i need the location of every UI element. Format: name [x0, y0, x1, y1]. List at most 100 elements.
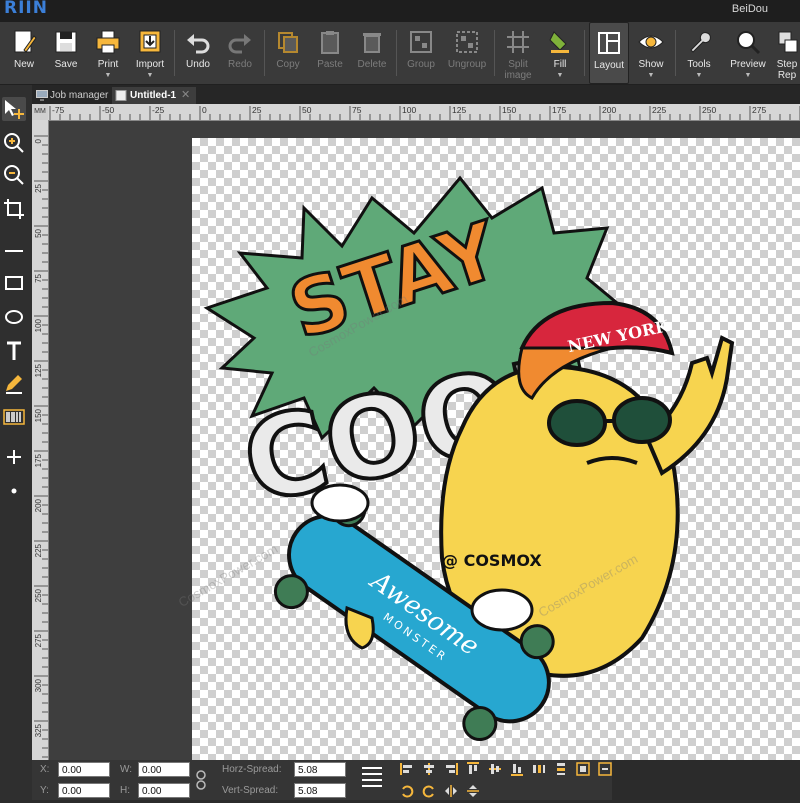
monitor-icon: [36, 90, 48, 101]
ruler-tick-label: 0: [34, 138, 43, 143]
line-tool[interactable]: [2, 239, 26, 263]
paint-bucket-icon: [549, 31, 569, 53]
align-page-icon: [598, 762, 612, 776]
eye-icon: [638, 35, 664, 49]
print-dropdown-icon[interactable]: ▼: [88, 72, 128, 79]
preview-dropdown-icon[interactable]: ▼: [726, 72, 770, 79]
align-middle-button[interactable]: [488, 762, 502, 776]
save-button[interactable]: Save: [46, 22, 86, 84]
brand-text: @ COSMOX: [442, 551, 542, 570]
x-position-field[interactable]: 0.00: [58, 762, 110, 777]
ruler-tick-label: 100: [34, 318, 43, 332]
tools-button[interactable]: Tools ▼: [679, 22, 719, 84]
align-top-button[interactable]: [466, 762, 480, 776]
vert-spread-field[interactable]: 5.08: [294, 783, 346, 798]
ruler-tick-label: 275: [34, 633, 43, 647]
rotate-right-button[interactable]: [422, 784, 436, 798]
align-center-icon: [424, 763, 434, 775]
spread-lines-icon[interactable]: [360, 764, 384, 794]
tab-job-manager[interactable]: Job manager: [34, 87, 110, 104]
import-dropdown-icon[interactable]: ▼: [130, 72, 170, 79]
crop-tool[interactable]: [2, 197, 26, 221]
ungroup-icon: [456, 31, 478, 53]
distribute-v-button[interactable]: [554, 762, 568, 776]
new-button[interactable]: New: [4, 22, 44, 84]
undo-button[interactable]: Undo: [178, 22, 218, 84]
add-tool[interactable]: [2, 445, 26, 469]
toolbar-separator: [264, 30, 265, 76]
y-position-field[interactable]: 0.00: [58, 783, 110, 798]
print-canvas[interactable]: STAY COOL NEW YORK @ COSMOX Awesome MONS…: [176, 138, 800, 760]
show-dropdown-icon[interactable]: ▼: [631, 72, 671, 79]
preview-button[interactable]: Preview ▼: [726, 22, 770, 84]
redo-icon: [228, 34, 251, 54]
paste-button[interactable]: Paste: [310, 22, 350, 84]
delete-button[interactable]: Delete: [352, 22, 392, 84]
width-field[interactable]: 0.00: [138, 762, 190, 777]
new-file-icon: [14, 30, 37, 53]
ruler-tick-label: 75: [34, 273, 43, 282]
wrench-icon: [690, 32, 711, 53]
ruler-tick-label: 175: [552, 105, 566, 115]
ruler-tick-label: 100: [402, 105, 416, 115]
pen-tool[interactable]: [2, 371, 26, 395]
ellipse-icon: [5, 310, 23, 324]
artwork-image[interactable]: STAY COOL NEW YORK @ COSMOX Awesome MONS…: [192, 138, 800, 760]
horz-spread-field[interactable]: 5.08: [294, 762, 346, 777]
height-field[interactable]: 0.00: [138, 783, 190, 798]
align-bottom-button[interactable]: [510, 762, 524, 776]
ruler-tick-label: 150: [502, 105, 516, 115]
ruler-tick-label: 75: [352, 105, 362, 115]
split-image-button[interactable]: Split image: [498, 22, 538, 84]
ruler-tick-label: 250: [34, 588, 43, 602]
layout-button[interactable]: Layout: [589, 22, 629, 84]
flip-vertical-button[interactable]: [466, 784, 480, 798]
flip-horizontal-button[interactable]: [444, 784, 458, 798]
page-center-button[interactable]: [576, 762, 590, 776]
lock-ratio-icon[interactable]: [195, 769, 207, 791]
align-page-button[interactable]: [598, 762, 612, 776]
zoom-out-icon: [4, 165, 24, 185]
barcode-icon: [3, 409, 25, 425]
rotate-left-button[interactable]: [400, 784, 414, 798]
barcode-tool[interactable]: [2, 405, 26, 429]
fill-button[interactable]: Fill ▼: [540, 22, 580, 84]
copy-button[interactable]: Copy: [268, 22, 308, 84]
vertical-ruler[interactable]: 0 25 50 75 100 125 150 175 200 225 250 275 300 325: [32, 120, 49, 760]
group-button[interactable]: Group: [400, 22, 442, 84]
floppy-disk-icon: [55, 31, 77, 53]
import-button[interactable]: Import ▼: [130, 22, 170, 84]
fill-dropdown-icon[interactable]: ▼: [540, 72, 580, 79]
ungroup-button[interactable]: Ungroup: [444, 22, 490, 84]
step-repeat-button[interactable]: Step Rep: [774, 22, 800, 84]
ruler-tick-label: 125: [452, 105, 466, 115]
align-right-button[interactable]: [444, 762, 458, 776]
print-button[interactable]: Print ▼: [88, 22, 128, 84]
redo-button[interactable]: Redo: [220, 22, 260, 84]
ellipse-tool[interactable]: [2, 305, 26, 329]
align-center-button[interactable]: [422, 762, 436, 776]
ruler-tick-label: 200: [602, 105, 616, 115]
copy-icon: [278, 32, 298, 53]
align-left-button[interactable]: [400, 762, 414, 776]
select-tool[interactable]: [2, 97, 26, 121]
show-button[interactable]: Show ▼: [631, 22, 671, 84]
ruler-tick-label: 300: [34, 678, 43, 692]
horizontal-ruler[interactable]: -75 -50 -25 0 25 50 75 100 125 150 175 200 225 250 275…: [48, 104, 800, 121]
workspace[interactable]: STAY COOL NEW YORK @ COSMOX Awesome MONS…: [49, 121, 800, 760]
zoom-out-tool[interactable]: [2, 163, 26, 187]
ruler-tick-label: -75: [52, 105, 65, 115]
rectangle-tool[interactable]: [2, 271, 26, 295]
point-tool[interactable]: [2, 479, 26, 503]
import-icon: [139, 30, 161, 53]
zoom-in-tool[interactable]: [2, 131, 26, 155]
line-icon: [5, 250, 23, 252]
tools-dropdown-icon[interactable]: ▼: [679, 72, 719, 79]
distribute-vertical-icon: [557, 763, 565, 775]
close-tab-button[interactable]: ✕: [181, 87, 195, 104]
ruler-tick-label: 25: [252, 105, 262, 115]
printer-icon: [96, 30, 120, 54]
distribute-h-button[interactable]: [532, 762, 546, 776]
align-middle-icon: [489, 764, 501, 774]
text-tool[interactable]: [2, 339, 26, 363]
